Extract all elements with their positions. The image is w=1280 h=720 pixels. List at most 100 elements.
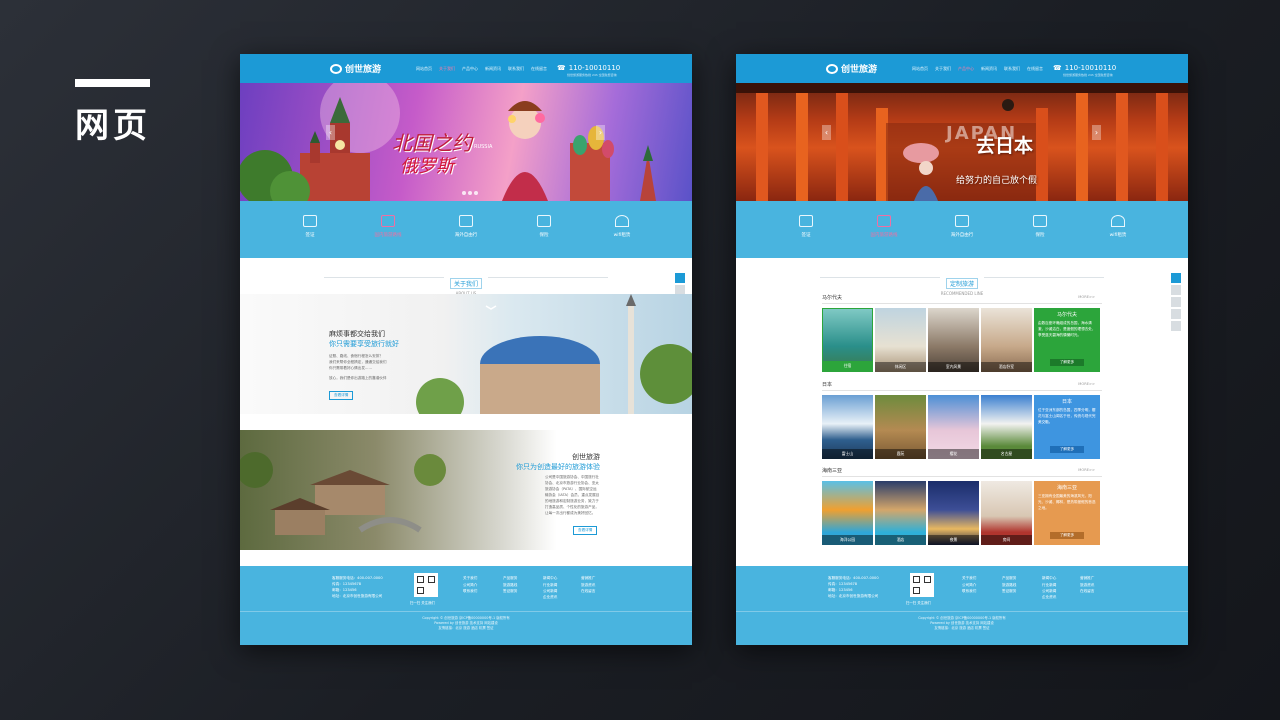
qr-caption: 扫一扫 关注我们 <box>410 601 435 605</box>
ticket-icon <box>877 215 891 227</box>
hero-banner-japan: JAPAN 去日本 给努力的自己放个假 ‹ › <box>736 83 1188 201</box>
banner-dot[interactable] <box>468 191 472 195</box>
qr-caption: 扫一扫 关注我们 <box>906 601 931 605</box>
nav-item[interactable]: 新闻资讯 <box>485 66 501 72</box>
nav-item[interactable]: 网站首页 <box>416 66 432 72</box>
nav-item[interactable]: 产品中心 <box>462 66 478 72</box>
service-icon-bar: 签证 国内旅游路线 海外自由行 保险 wifi租赁 <box>736 201 1188 258</box>
tour-tile[interactable]: 海洋公园 <box>822 481 873 545</box>
service-icon-bar: 签证 国内旅游路线 海外自由行 保险 wifi租赁 <box>240 201 692 258</box>
category-maldives: 马尔代夫 MORE>> 住宿 休闲区 室内风景 酒店卧室 马尔代夫 由数百座环礁组… <box>822 294 1102 372</box>
about-subheading: 你只需要享受旅行就好 <box>329 340 399 348</box>
service-wifi[interactable]: wifi租赁 <box>1098 215 1138 258</box>
nav-item[interactable]: 联系我们 <box>508 66 524 72</box>
footer-copyright: Copyright © 创世旅游 京ICP备00000000号-1 版权所有 P… <box>422 616 510 630</box>
footer-divider <box>240 611 692 612</box>
category-sanya: 海南三亚 MORE>> 海洋公园 酒店 夜景 房间 海南三亚 三亚拥有全国最美的海… <box>822 467 1102 545</box>
chat-icon[interactable] <box>1171 297 1181 307</box>
about-note: 放心，我们是你出游路上的靠谱伙伴 <box>329 376 387 380</box>
cart-icon[interactable] <box>1171 285 1181 295</box>
learn-more-button[interactable]: 了解更多 <box>1050 446 1084 453</box>
learn-more-button[interactable]: 了解更多 <box>1050 359 1084 366</box>
more-link[interactable]: MORE>> <box>1078 295 1095 299</box>
tour-tile[interactable]: 住宿 <box>822 308 873 372</box>
category-title: 马尔代夫 <box>822 295 843 301</box>
tour-tile[interactable]: 夜景 <box>928 481 979 545</box>
view-details-button[interactable]: 查看详情 <box>573 526 598 535</box>
view-details-button[interactable]: 查看详情 <box>329 391 354 400</box>
service-overseas-trip[interactable]: 海外自由行 <box>446 215 486 258</box>
banner-prev-arrow[interactable]: ‹ <box>326 125 335 140</box>
floating-sidebar <box>1171 273 1181 331</box>
service-wifi[interactable]: wifi租赁 <box>602 215 642 258</box>
service-overseas-trip[interactable]: 海外自由行 <box>942 215 982 258</box>
more-link[interactable]: MORE>> <box>1078 468 1095 472</box>
lock-icon[interactable] <box>1171 309 1181 319</box>
service-insurance[interactable]: 保险 <box>524 215 564 258</box>
service-insurance[interactable]: 保险 <box>1020 215 1060 258</box>
divider <box>324 277 444 278</box>
ship-icon <box>955 215 969 227</box>
tour-tile[interactable]: 房间 <box>981 481 1032 545</box>
phone-icon[interactable] <box>675 273 685 283</box>
category-japan: 日本 MORE>> 富士山 鹿苑 樱花 名古屋 日本 位于亚洲东部的岛国，四季分明… <box>822 381 1102 459</box>
hotline: ☎ 110-10010110 <box>1053 64 1117 72</box>
logo-icon <box>826 63 838 74</box>
more-link[interactable]: MORE>> <box>1078 382 1095 386</box>
section-label-bar <box>75 79 150 87</box>
banner-pagination[interactable] <box>462 191 478 195</box>
tour-tile[interactable]: 休闲区 <box>875 308 926 372</box>
tour-tile[interactable]: 酒店卧室 <box>981 308 1032 372</box>
brand-logo[interactable]: 创世旅游 <box>826 62 877 75</box>
company-heading: 创世旅游 <box>572 453 600 461</box>
divider <box>984 277 1104 278</box>
tour-tile[interactable]: 名古屋 <box>981 395 1032 459</box>
about-block-service: 麻烦事都交给我们 你只需要享受旅行就好 证照、路线、食宿行程怎么安排？ 我们来帮… <box>240 294 692 414</box>
nav-item-active[interactable]: 关于我们 <box>439 66 455 72</box>
banner-next-arrow[interactable]: › <box>596 125 605 140</box>
nav-item[interactable]: 在线留言 <box>531 66 547 72</box>
nav-item[interactable]: 关于我们 <box>935 66 951 72</box>
banner-dot[interactable] <box>474 191 478 195</box>
service-domestic-tour[interactable]: 国内旅游路线 <box>368 215 408 258</box>
back-to-top-icon[interactable] <box>1171 321 1181 331</box>
destination-info-card: 马尔代夫 由数百座环礁组成的岛国，海水清澈，沙滩洁白，是度假的理想去处，享受蓝天… <box>1034 308 1100 372</box>
service-visa[interactable]: 签证 <box>290 215 330 258</box>
village-scene-illustration <box>240 452 446 535</box>
nav-item[interactable]: 新闻资讯 <box>981 66 997 72</box>
phone-icon: ☎ <box>557 64 566 72</box>
section-heading-custom-tours: 定制旅游 RECOMMENDED LINE <box>736 271 1188 296</box>
webpage-mockup-about: 创世旅游 网站首页 关于我们 产品中心 新闻资讯 联系我们 在线留言 ☎ 110-… <box>240 54 692 645</box>
tour-tile[interactable]: 富士山 <box>822 395 873 459</box>
learn-more-button[interactable]: 了解更多 <box>1050 532 1084 539</box>
passport-icon <box>799 215 813 227</box>
footer-divider <box>736 611 1188 612</box>
nav-item[interactable]: 联系我们 <box>1004 66 1020 72</box>
ticket-icon <box>381 215 395 227</box>
mosque-scene-illustration <box>416 294 692 414</box>
footer-copyright: Copyright © 创世旅游 京ICP备00000000号-1 版权所有 P… <box>918 616 1006 630</box>
tour-tile[interactable]: 酒店 <box>875 481 926 545</box>
footer-column: 产品服务 旅游路线 签证服务 <box>1002 576 1017 593</box>
tour-tile[interactable]: 室内风景 <box>928 308 979 372</box>
banner-dot[interactable] <box>462 191 466 195</box>
ship-icon <box>459 215 473 227</box>
nav-item-active[interactable]: 产品中心 <box>958 66 974 72</box>
webpage-mockup-custom-tours: 创世旅游 网站首页 关于我们 产品中心 新闻资讯 联系我们 在线留言 ☎ 110-… <box>736 54 1188 645</box>
banner-prev-arrow[interactable]: ‹ <box>822 125 831 140</box>
banner-next-arrow[interactable]: › <box>1092 125 1101 140</box>
phone-icon[interactable] <box>1171 273 1181 283</box>
footer-column: 新闻中心 行业新闻 公司新闻 企业资讯 <box>543 576 558 599</box>
brand-logo[interactable]: 创世旅游 <box>330 62 381 75</box>
company-description: 公司是中国旅游协会、中国旅行社协会、北京市旅游行业协会、亚太旅游协会（PATA）… <box>545 475 600 515</box>
service-domestic-tour[interactable]: 国内旅游路线 <box>864 215 904 258</box>
footer-column: 产品服务 旅游路线 签证服务 <box>503 576 518 593</box>
tour-tile[interactable]: 樱花 <box>928 395 979 459</box>
about-heading: 麻烦事都交给我们 <box>329 330 385 338</box>
nav-item[interactable]: 在线留言 <box>1027 66 1043 72</box>
service-visa[interactable]: 签证 <box>786 215 826 258</box>
destination-info-card: 海南三亚 三亚拥有全国最美的海滨风光，阳光、沙滩、椰林，是热带度假的首选之地。 … <box>1034 481 1100 545</box>
site-footer: 客服服务电话：400-007-0000 传真：12345678 邮箱：12345… <box>240 566 692 645</box>
tour-tile[interactable]: 鹿苑 <box>875 395 926 459</box>
nav-item[interactable]: 网站首页 <box>912 66 928 72</box>
